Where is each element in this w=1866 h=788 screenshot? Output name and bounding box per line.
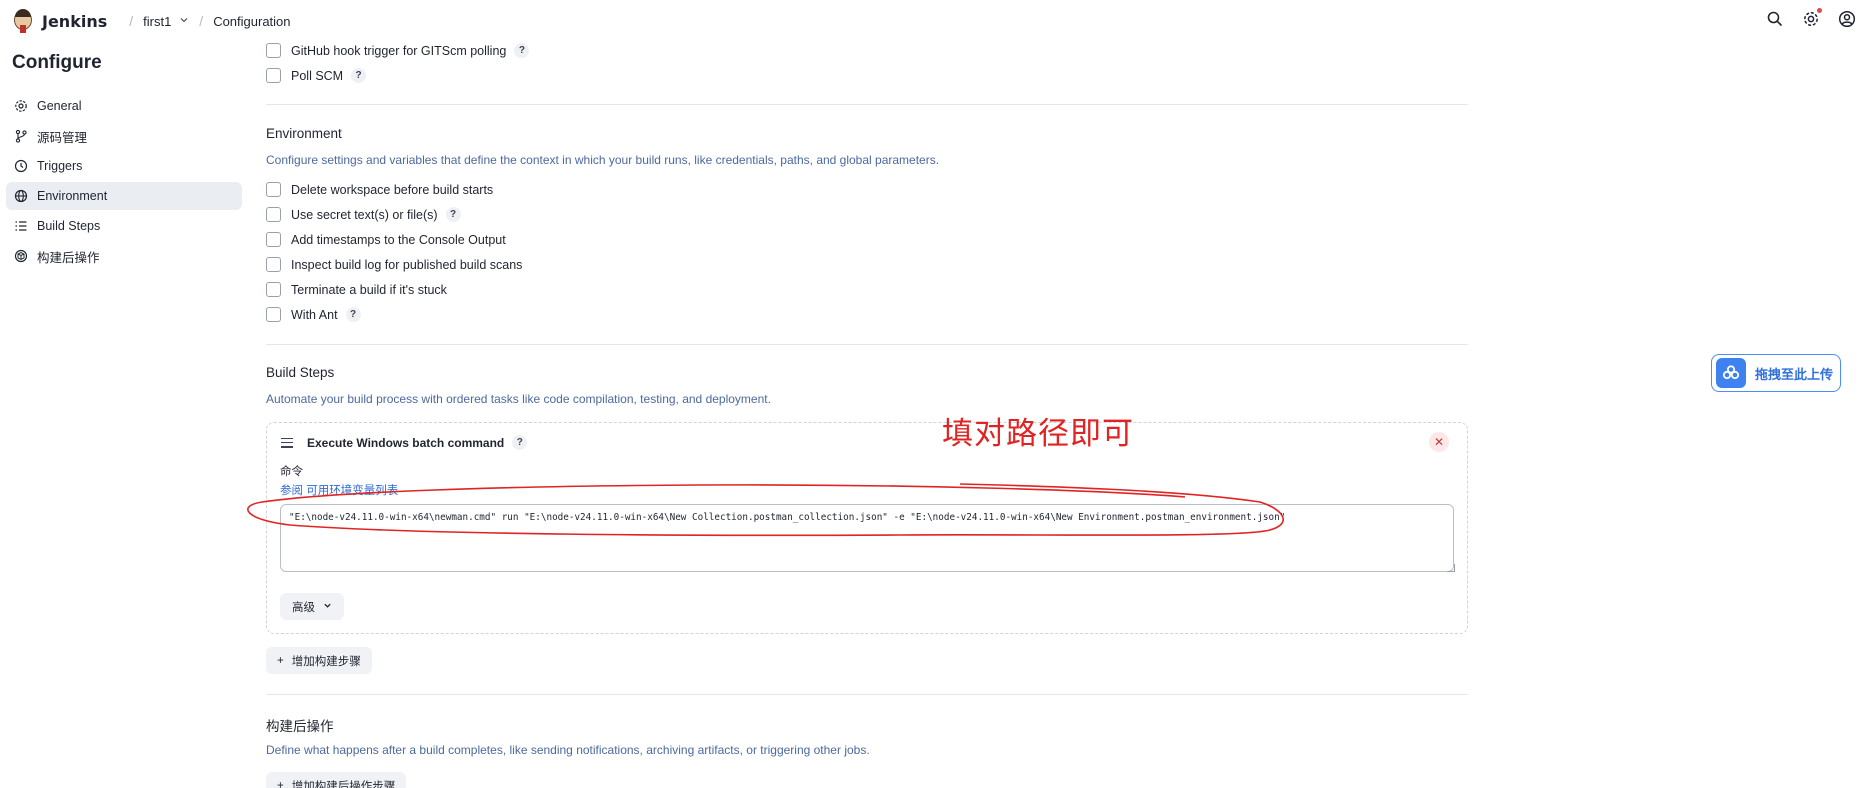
help-icon[interactable]: ?: [514, 43, 530, 58]
sidebar-item-environment[interactable]: Environment: [6, 182, 242, 210]
resize-grip-icon[interactable]: [1447, 564, 1455, 572]
sidebar-item-scm[interactable]: 源码管理: [6, 122, 242, 150]
sidebar-item-post-build[interactable]: 构建后操作: [6, 242, 242, 270]
sidebar-item-label: General: [37, 99, 82, 113]
drag-handle-icon[interactable]: [281, 437, 293, 448]
branch-icon: [14, 129, 28, 143]
option-github-hook[interactable]: GitHub hook trigger for GITScm polling ?: [266, 43, 530, 58]
option-label: Poll SCM: [291, 68, 344, 83]
header-actions: [1766, 8, 1856, 28]
option-terminate-stuck[interactable]: Terminate a build if it's stuck: [266, 282, 447, 297]
section-divider: [266, 694, 1468, 695]
section-title-environment: Environment: [266, 126, 342, 141]
page-title: Configure: [12, 52, 102, 73]
option-build-scans[interactable]: Inspect build log for published build sc…: [266, 257, 522, 272]
sidebar-item-triggers[interactable]: Triggers: [6, 152, 242, 180]
advanced-button[interactable]: 高级: [280, 593, 344, 620]
annotation-text: 填对路径即可: [942, 416, 1134, 452]
build-step-title: Execute Windows batch command: [307, 435, 505, 450]
sidebar-nav: General 源码管理 Triggers Environment Build …: [6, 92, 242, 272]
add-post-build-label: 增加构建后操作步骤: [291, 780, 396, 788]
checkbox[interactable]: [266, 182, 281, 197]
add-build-step-label: 增加构建步骤: [291, 655, 361, 668]
option-label: Inspect build log for published build sc…: [291, 257, 523, 272]
option-with-ant[interactable]: With Ant ?: [266, 307, 361, 322]
checkbox[interactable]: [266, 68, 281, 83]
help-icon[interactable]: ?: [351, 68, 367, 83]
section-title-post-build: 构建后操作: [266, 719, 334, 734]
option-label: With Ant: [291, 307, 338, 322]
gear-icon: [14, 99, 28, 113]
command-label: 命令: [280, 466, 303, 478]
clock-icon: [14, 159, 28, 173]
delete-step-close-icon[interactable]: ✕: [1429, 432, 1449, 452]
manage-gear-icon[interactable]: [1802, 8, 1822, 28]
advanced-label: 高级: [292, 601, 315, 614]
sidebar-item-label: Build Steps: [37, 219, 101, 233]
chevron-down-icon: [323, 601, 332, 613]
help-icon[interactable]: ?: [345, 307, 361, 322]
checkbox[interactable]: [266, 257, 281, 272]
build-step-header: Execute Windows batch command ?: [281, 435, 528, 450]
sidebar-item-build-steps[interactable]: Build Steps: [6, 212, 242, 240]
sidebar-item-label: Triggers: [37, 159, 83, 173]
checkbox[interactable]: [266, 43, 281, 58]
chevron-down-icon[interactable]: [179, 15, 189, 28]
sidebar-item-label: 源码管理: [37, 130, 88, 145]
add-post-build-button[interactable]: + 增加构建后操作步骤: [266, 772, 407, 788]
section-desc-environment: Configure settings and variables that de…: [266, 153, 940, 167]
top-header: Jenkins / first1 / Configuration: [0, 0, 1866, 44]
checkbox[interactable]: [266, 282, 281, 297]
help-icon[interactable]: ?: [445, 207, 461, 222]
section-desc-build-steps: Automate your build process with ordered…: [266, 392, 771, 406]
checkbox[interactable]: [266, 207, 281, 222]
option-timestamps[interactable]: Add timestamps to the Console Output: [266, 232, 506, 247]
jenkins-logo-icon[interactable]: [12, 9, 34, 33]
option-label: Use secret text(s) or file(s): [291, 207, 438, 222]
search-icon[interactable]: [1766, 10, 1784, 28]
option-poll-scm[interactable]: Poll SCM ?: [266, 68, 367, 83]
plus-icon: +: [277, 654, 284, 667]
brand-name[interactable]: Jenkins: [42, 12, 107, 31]
checkbox[interactable]: [266, 232, 281, 247]
checkbox[interactable]: [266, 307, 281, 322]
drag-upload-widget[interactable]: 拖拽至此上传: [1711, 354, 1841, 392]
package-icon: [14, 249, 28, 263]
option-secret-text[interactable]: Use secret text(s) or file(s) ?: [266, 207, 461, 222]
help-icon[interactable]: ?: [512, 435, 528, 450]
option-label: Delete workspace before build starts: [291, 182, 494, 197]
upload-label: 拖拽至此上传: [1755, 366, 1834, 382]
option-label: GitHub hook trigger for GITScm polling: [291, 43, 507, 58]
sidebar-item-general[interactable]: General: [6, 92, 242, 120]
option-label: Terminate a build if it's stuck: [291, 282, 447, 297]
sidebar-item-label: Environment: [37, 189, 108, 203]
breadcrumb-configuration[interactable]: Configuration: [213, 14, 290, 29]
breadcrumb-separator: /: [129, 13, 134, 29]
breadcrumb-job[interactable]: first1: [143, 14, 171, 29]
add-build-step-button[interactable]: + 增加构建步骤: [266, 647, 372, 674]
build-step-card: Execute Windows batch command ? ✕ 命令 参阅 …: [266, 422, 1468, 634]
section-divider: [266, 104, 1468, 105]
list-icon: [14, 219, 28, 233]
notification-dot: [1817, 8, 1822, 13]
breadcrumb-separator: /: [199, 13, 204, 29]
globe-icon: [14, 189, 28, 203]
section-desc-post-build: Define what happens after a build comple…: [266, 743, 870, 757]
env-variables-link[interactable]: 参阅 可用环境变量列表: [280, 482, 398, 498]
cloud-upload-icon: [1716, 358, 1746, 388]
section-title-build-steps: Build Steps: [266, 365, 335, 380]
breadcrumb: Jenkins / first1 / Configuration: [12, 8, 291, 34]
sidebar-item-label: 构建后操作: [37, 250, 100, 265]
section-divider: [266, 344, 1468, 345]
command-textarea[interactable]: "E:\node-v24.11.0-win-x64\newman.cmd" ru…: [280, 504, 1454, 572]
option-delete-workspace[interactable]: Delete workspace before build starts: [266, 182, 493, 197]
option-label: Add timestamps to the Console Output: [291, 232, 506, 247]
plus-icon: +: [277, 779, 284, 788]
user-account-icon[interactable]: [1838, 10, 1856, 28]
